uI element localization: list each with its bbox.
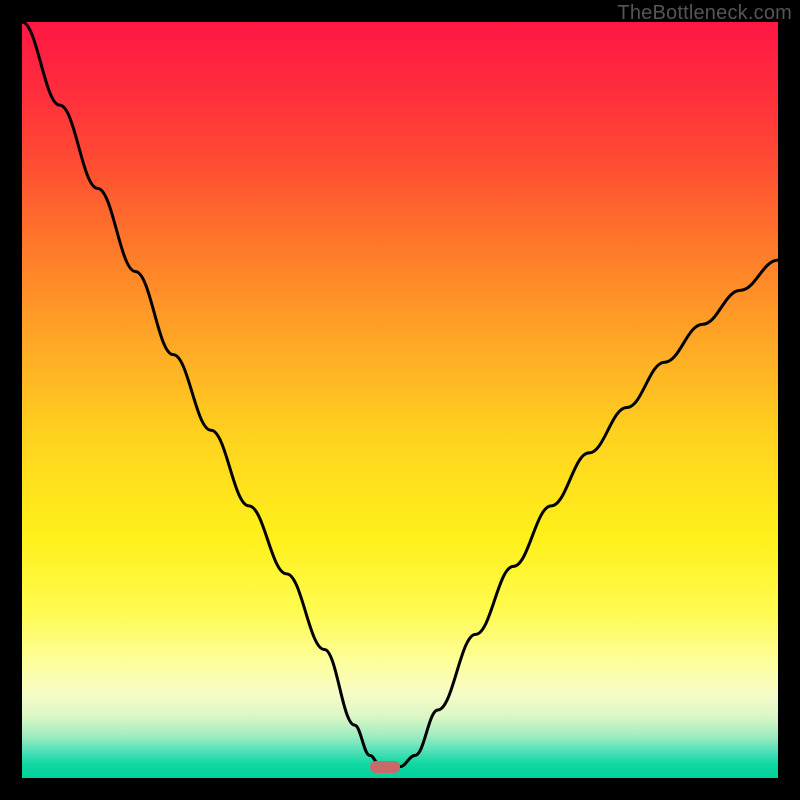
plot-area [22, 22, 778, 778]
watermark-label: TheBottleneck.com [617, 2, 792, 25]
optimal-marker [370, 761, 400, 773]
bottleneck-curve [22, 22, 778, 778]
chart-stage: TheBottleneck.com [0, 0, 800, 800]
